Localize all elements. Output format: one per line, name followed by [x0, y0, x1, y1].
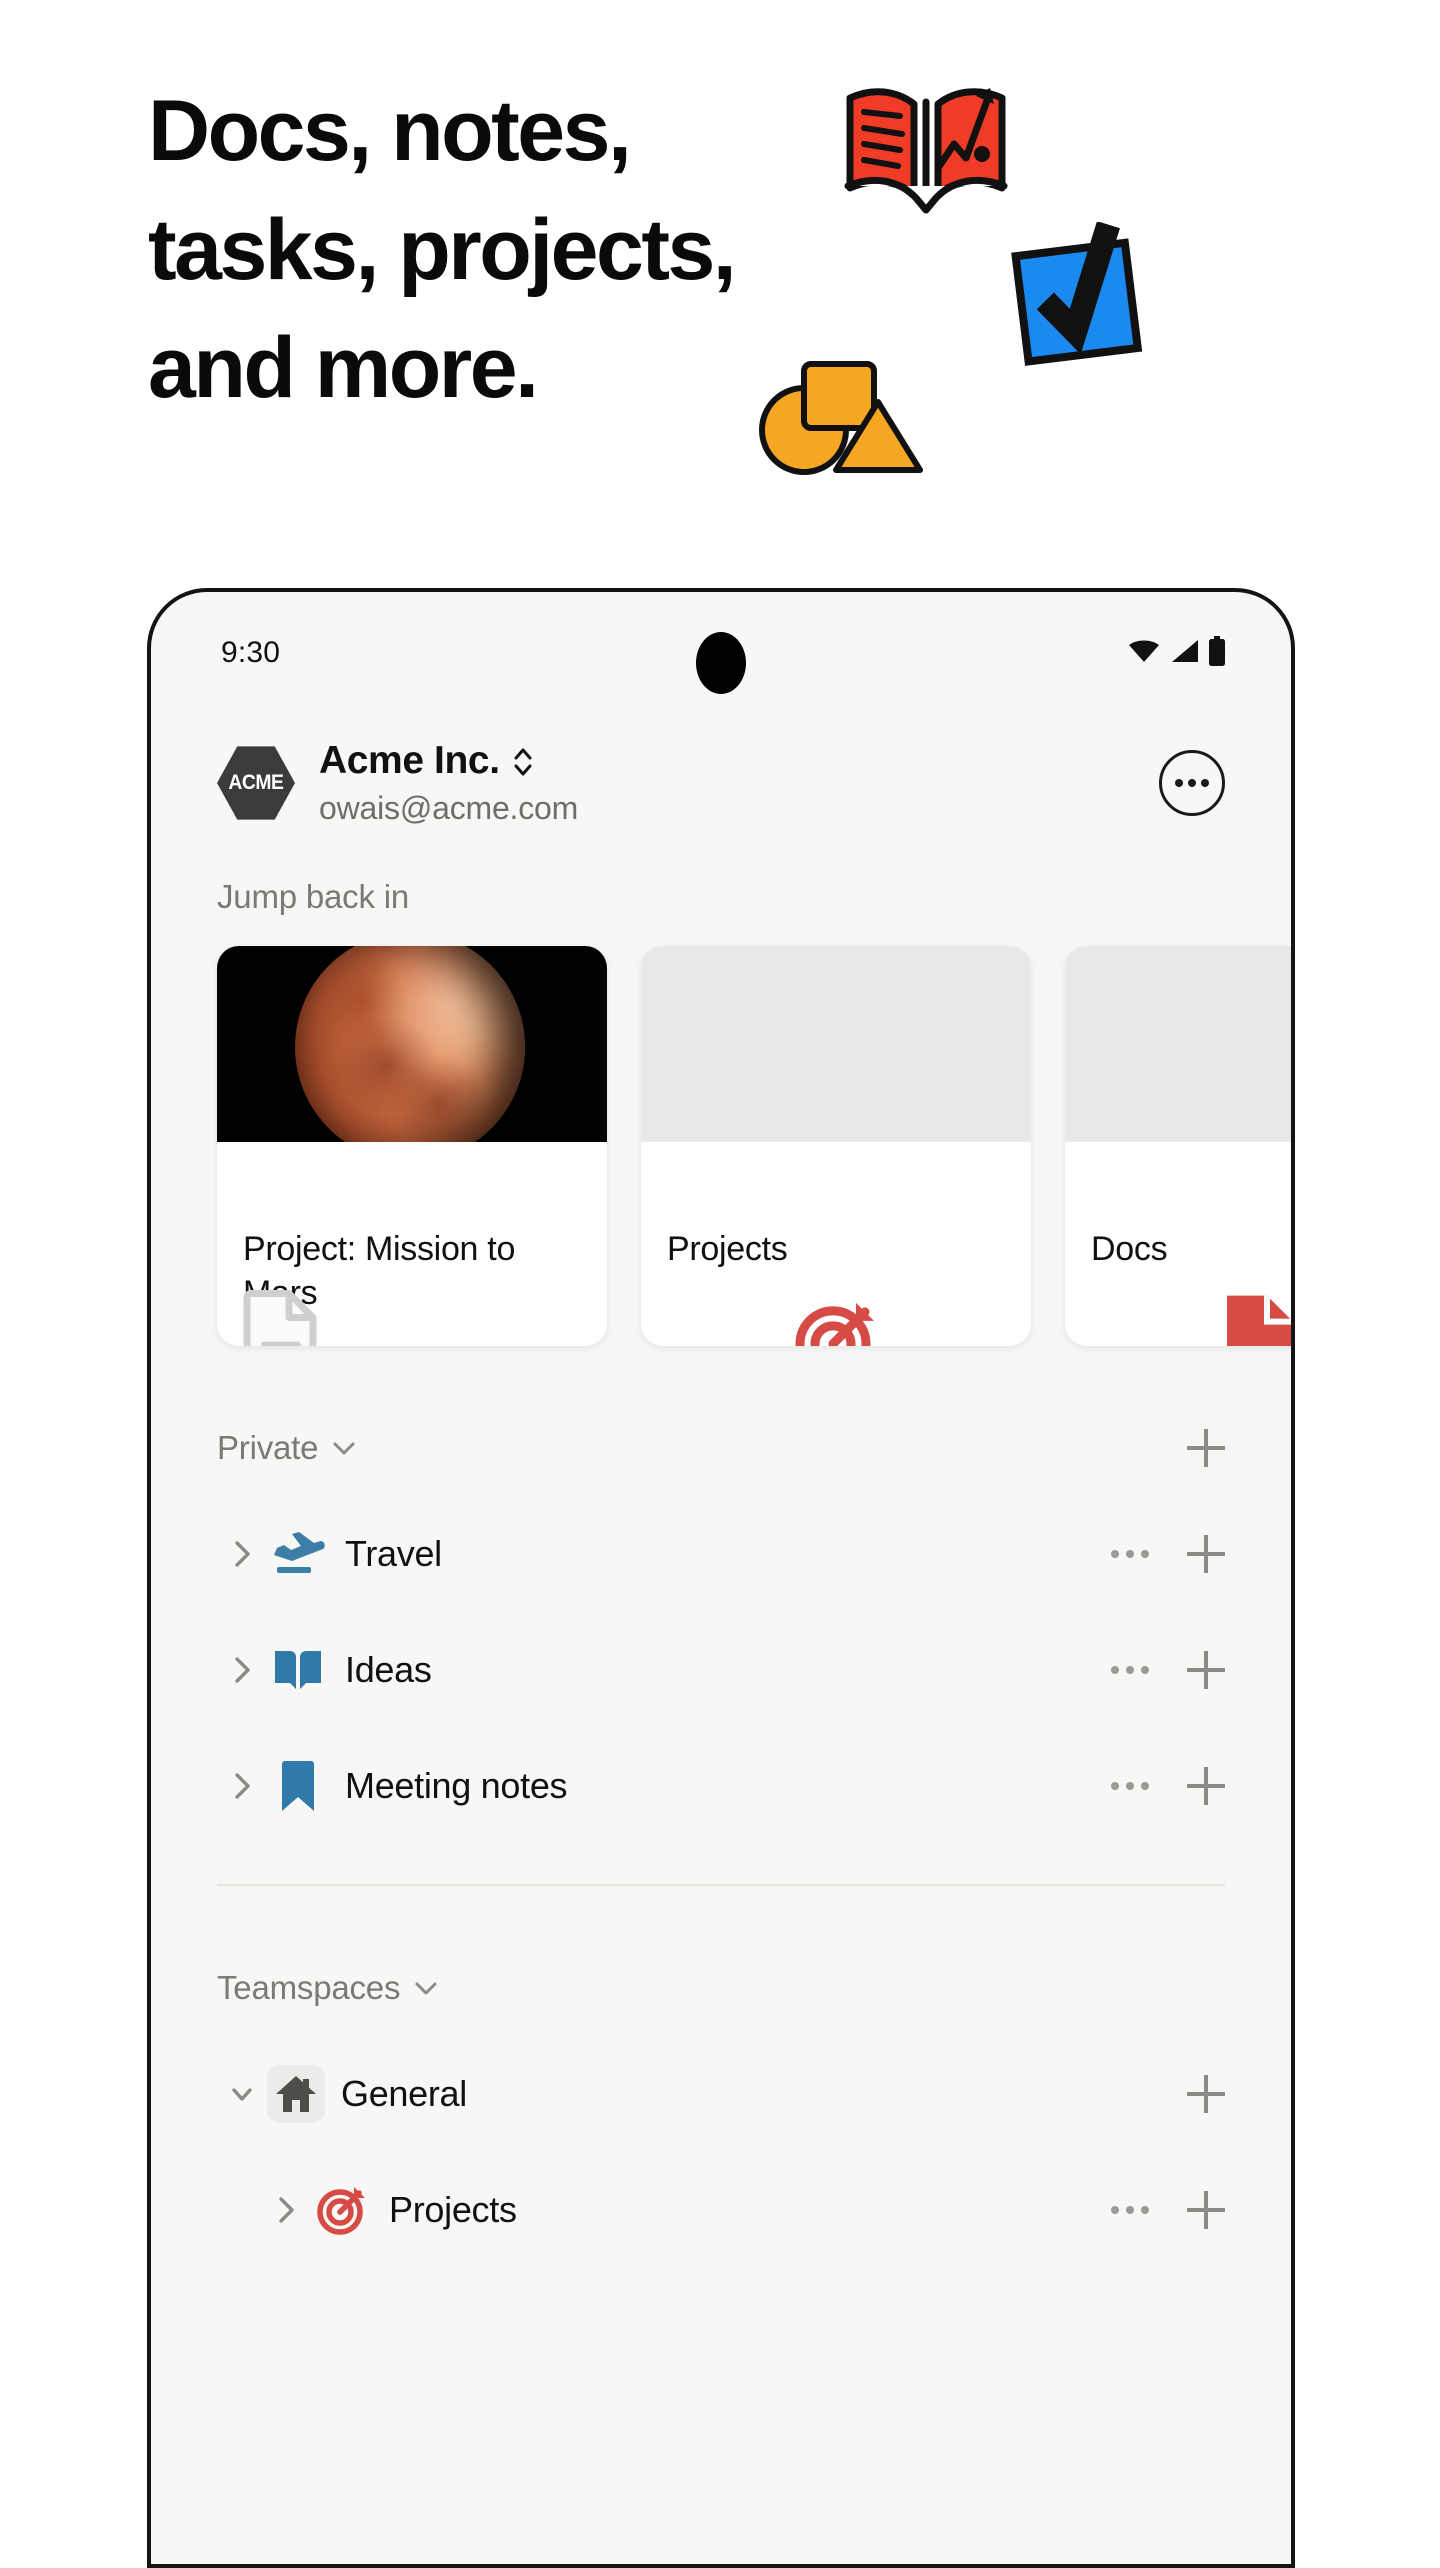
private-label: Private [217, 1429, 319, 1466]
list-item-travel[interactable]: Travel [217, 1496, 1225, 1612]
status-time: 9:30 [221, 636, 281, 669]
list-item-label: Ideas [345, 1649, 432, 1690]
workspace-more-button[interactable] [1159, 750, 1225, 816]
card-title: Docs [1091, 1230, 1168, 1268]
red-document-icon [1227, 1295, 1291, 1346]
chevron-up-down-icon[interactable] [512, 745, 534, 779]
target-icon [795, 1302, 874, 1346]
card-cover-gray [641, 946, 1031, 1142]
more-horizontal-icon[interactable] [1111, 2206, 1149, 2214]
chevron-right-icon[interactable] [261, 2194, 311, 2226]
workspace-name: Acme Inc. [319, 739, 500, 783]
jump-back-in-carousel[interactable]: Project: Mission to Mars Projects [151, 946, 1291, 1346]
card-cover-mars [217, 946, 607, 1142]
chevron-right-icon[interactable] [217, 1538, 267, 1570]
list-item-meeting-notes[interactable]: Meeting notes [217, 1728, 1225, 1844]
house-icon [267, 2065, 325, 2123]
add-page-button[interactable] [1187, 2191, 1225, 2229]
signal-icon [1172, 640, 1198, 662]
list-item-projects[interactable]: Projects [217, 2152, 1225, 2268]
private-add-button[interactable] [1187, 1429, 1225, 1467]
teamspaces-group-header[interactable]: Teamspaces [217, 1940, 1225, 2036]
workspace-header[interactable]: ACME Acme Inc. owais@acme.com [151, 708, 1291, 836]
card-cover-gray [1065, 946, 1291, 1142]
target-icon [311, 2184, 373, 2236]
chevron-right-icon[interactable] [217, 1770, 267, 1802]
workspace-email: owais@acme.com [319, 789, 579, 826]
more-horizontal-icon[interactable] [1111, 1550, 1149, 1558]
card-mission-to-mars[interactable]: Project: Mission to Mars [217, 946, 607, 1346]
shapes-icon [759, 361, 923, 475]
section-divider [217, 1884, 1225, 1886]
private-group-header[interactable]: Private [217, 1400, 1225, 1496]
list-item-label: Projects [389, 2189, 517, 2230]
hero-section: Docs, notes, tasks, projects, and more. [0, 0, 1440, 560]
list-item-ideas[interactable]: Ideas [217, 1612, 1225, 1728]
battery-icon [1209, 636, 1225, 666]
chevron-down-icon[interactable] [217, 2079, 267, 2109]
list-item-label: Travel [345, 1533, 442, 1574]
list-item-label: Meeting notes [345, 1765, 568, 1806]
workspace-meta: Acme Inc. owais@acme.com [319, 739, 1159, 827]
workspace-logo-text: ACME [228, 771, 284, 794]
wifi-icon [1129, 640, 1159, 662]
card-icon-document [243, 1289, 319, 1346]
add-page-button[interactable] [1187, 1651, 1225, 1689]
airplane-departure-icon [267, 1529, 329, 1579]
card-icon-target [793, 1297, 879, 1346]
mars-planet-image [295, 946, 525, 1142]
hero-line-1: Docs, notes, [148, 83, 632, 179]
checkbox-checked-icon [1011, 222, 1143, 366]
phone-mockup: 9:30 ACME Acme Inc. owais@acme.com Jump … [147, 588, 1295, 2568]
list-item-label: General [341, 2073, 467, 2114]
chevron-down-icon[interactable] [412, 1974, 440, 2002]
open-book-growth-icon [844, 88, 1008, 214]
private-section: Private Travel Ideas Meeting notes Teams… [151, 1400, 1291, 2268]
chevron-right-icon[interactable] [217, 1654, 267, 1686]
chevron-down-icon[interactable] [330, 1434, 358, 1462]
card-icon-red-document [1223, 1294, 1291, 1346]
card-title: Projects [667, 1230, 788, 1268]
add-page-button[interactable] [1187, 1767, 1225, 1805]
status-bar: 9:30 [151, 592, 1291, 708]
card-projects[interactable]: Projects [641, 946, 1031, 1346]
card-docs[interactable]: Docs [1065, 946, 1291, 1346]
open-book-icon [267, 1646, 329, 1694]
more-horizontal-icon[interactable] [1111, 1666, 1149, 1674]
teamspaces-label: Teamspaces [217, 1969, 401, 2006]
workspace-logo: ACME [217, 744, 295, 822]
document-icon [243, 1289, 317, 1346]
jump-back-in-label: Jump back in [217, 878, 410, 915]
status-icons [1127, 636, 1227, 666]
more-horizontal-icon[interactable] [1111, 1782, 1149, 1790]
camera-punch-hole [696, 632, 746, 694]
bookmark-icon [267, 1759, 329, 1813]
list-item-general[interactable]: General [217, 2036, 1225, 2152]
add-page-button[interactable] [1187, 2075, 1225, 2113]
add-page-button[interactable] [1187, 1535, 1225, 1573]
